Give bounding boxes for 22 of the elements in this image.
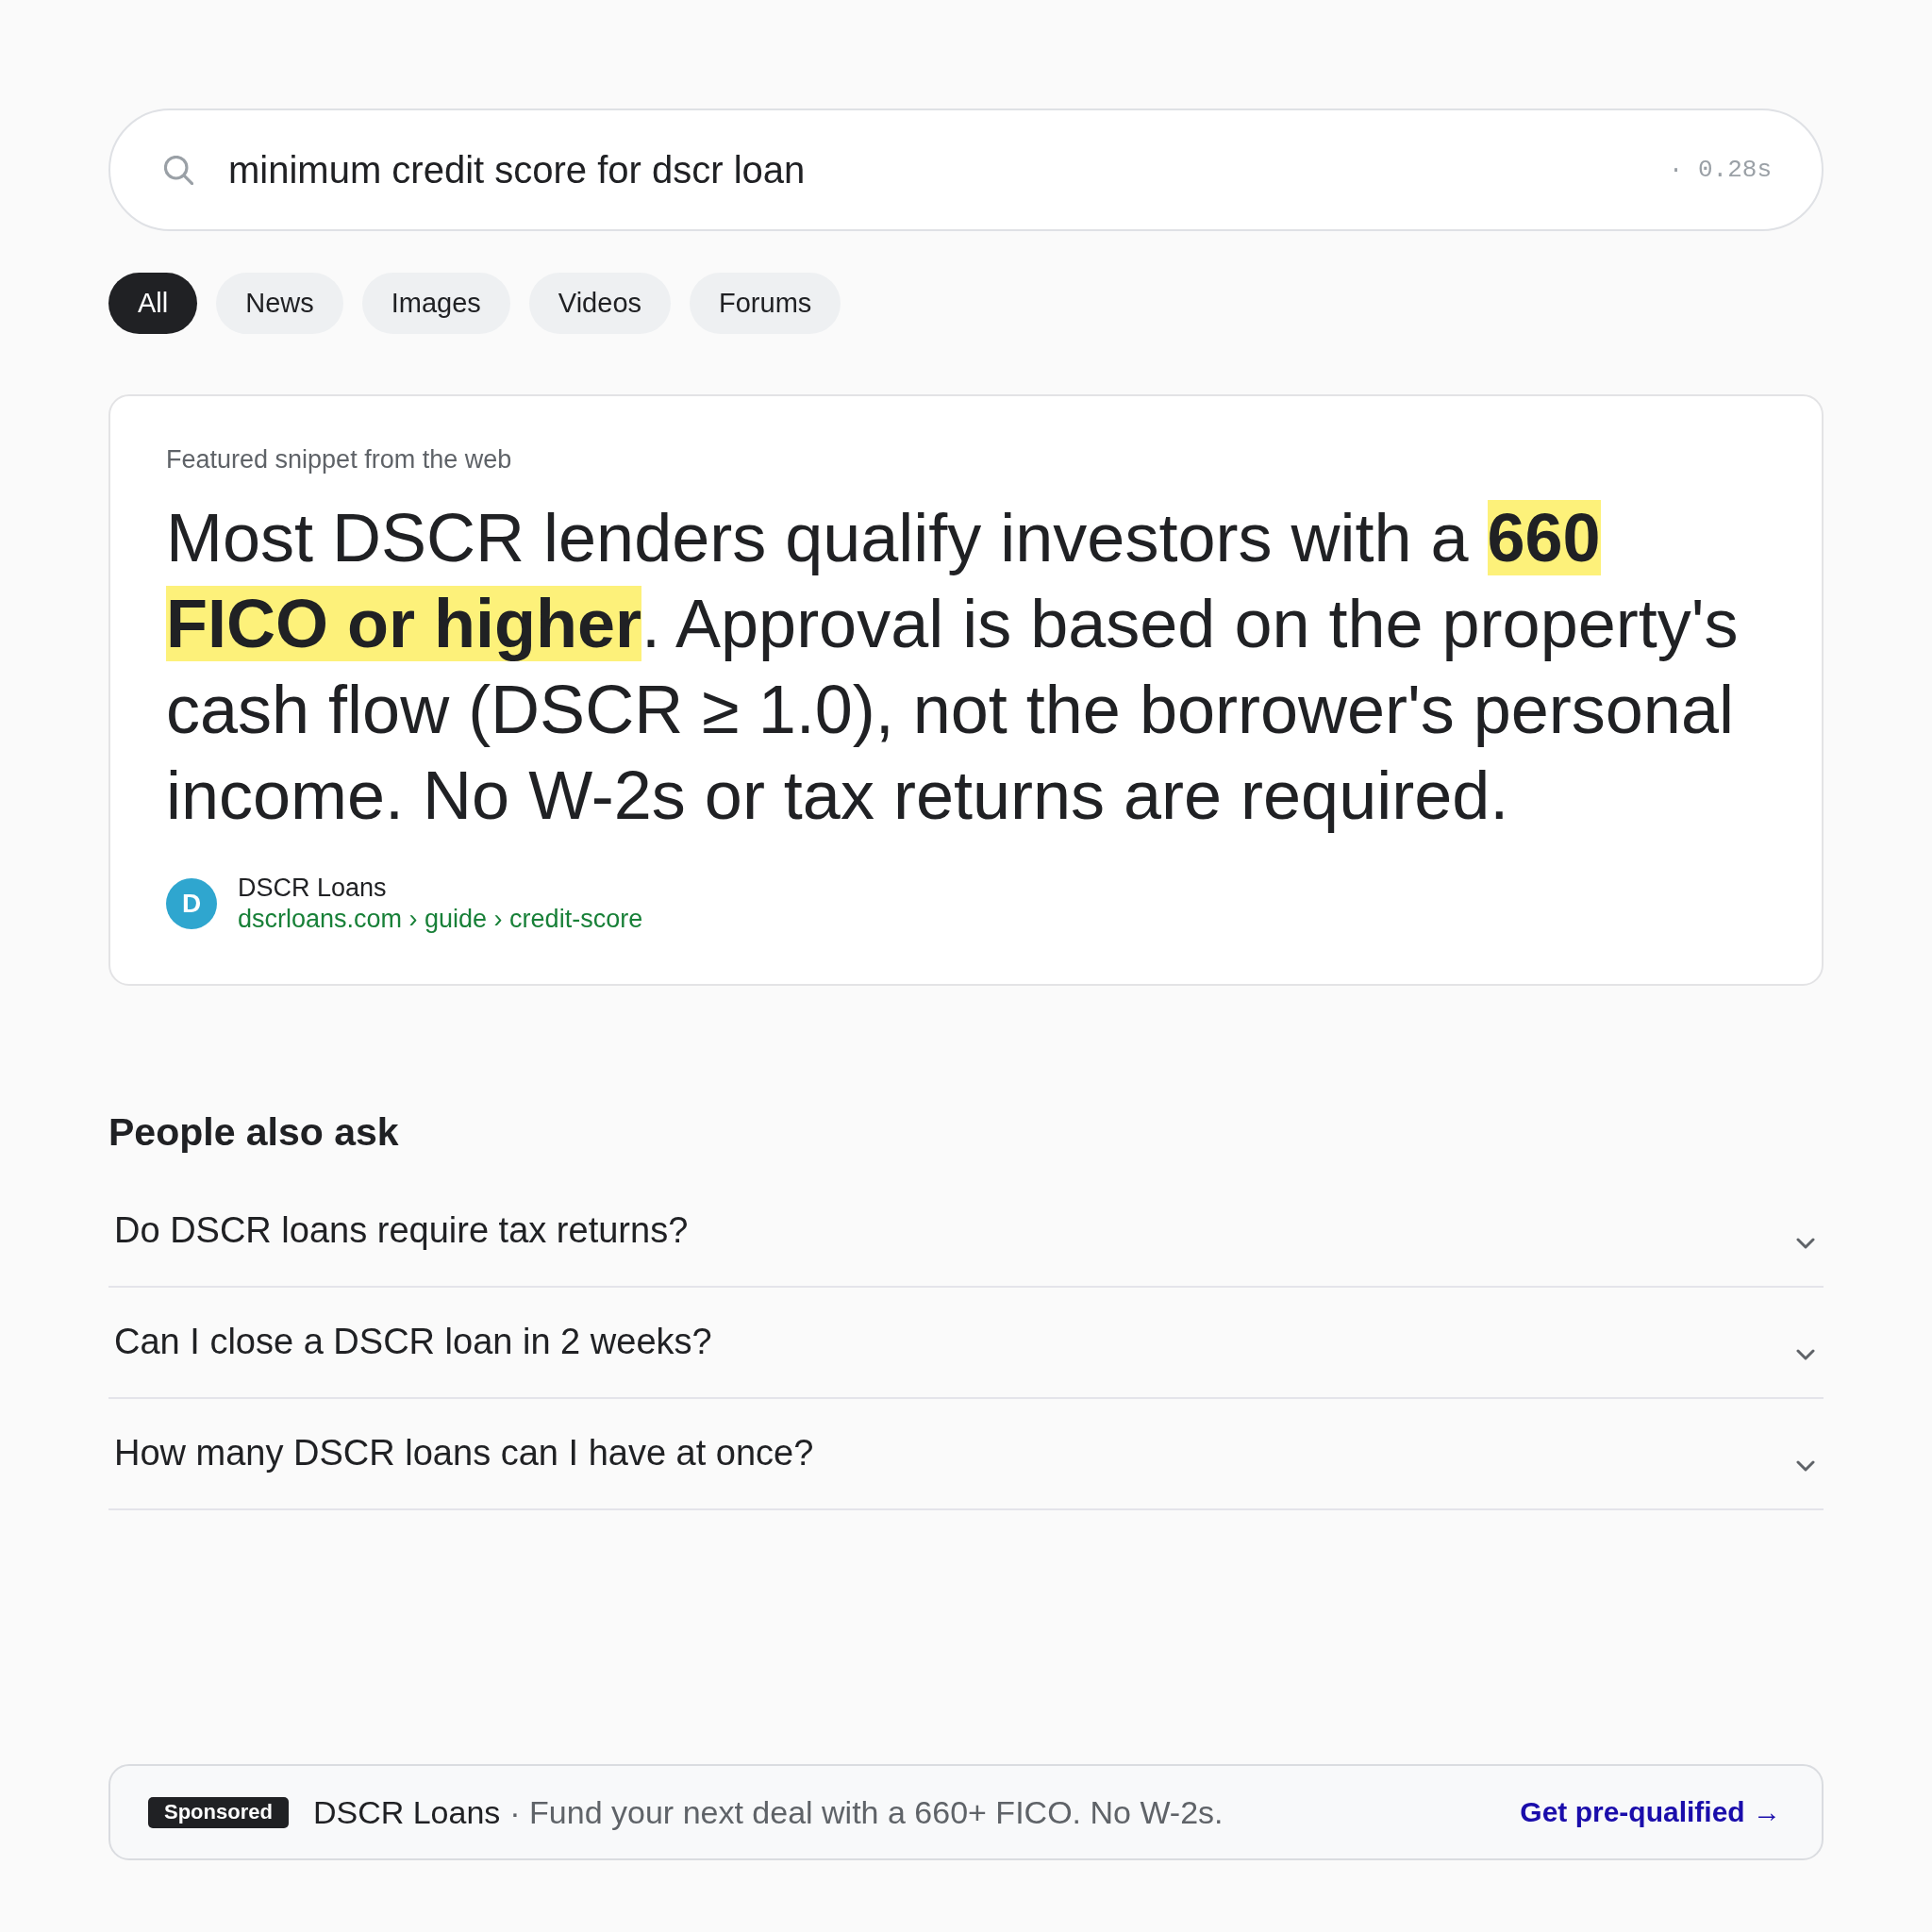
filter-tab[interactable]: News — [216, 273, 343, 334]
question-item[interactable]: How many DSCR loans can I have at once? — [108, 1399, 1824, 1510]
search-field[interactable]: minimum credit score for dscr loan · 0.28s — [108, 108, 1824, 231]
snippet-label: Featured snippet from the web — [166, 444, 513, 475]
cta-link[interactable]: Get pre-qualified → — [1520, 1796, 1781, 1828]
source-name: DSCR Loans — [238, 873, 388, 904]
question-item[interactable]: Can I close a DSCR loan in 2 weeks? — [108, 1288, 1824, 1399]
section-heading: People also ask — [108, 1110, 400, 1155]
filter-tab[interactable]: Forums — [690, 273, 841, 334]
answer-text: Most DSCR lenders qualify investors with a 660 FICO or higher. Approval is based on the property's cash flow (DSCR ≥ 1.0), not the borrower's personal income. No W-2s or tax returns are required. — [166, 499, 1740, 835]
question-item[interactable]: Do DSCR loans require tax returns? — [108, 1176, 1824, 1288]
search-time-text: · 0.28s — [1668, 156, 1772, 184]
sponsored-badge: Sponsored — [148, 1796, 289, 1828]
filter-tab[interactable]: Videos — [528, 273, 671, 334]
advertiser-name: DSCR Loans — [312, 1793, 501, 1831]
site-logo: D — [166, 878, 217, 929]
filter-tab[interactable]: All — [108, 273, 198, 334]
source-url-link[interactable]: dscrloans.com › guide › credit-score — [238, 904, 643, 935]
filter-tab[interactable]: Images — [361, 273, 510, 334]
search-query-text: minimum credit score for dscr loan — [228, 148, 807, 192]
ad-text: · Fund your next deal with a 660+ FICO. No W-2s. — [509, 1793, 1224, 1831]
search-icon — [164, 155, 193, 185]
